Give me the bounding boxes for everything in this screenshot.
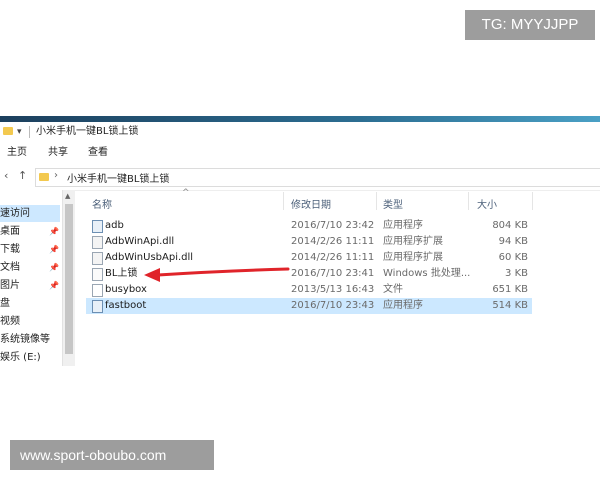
file-type: 应用程序 [383, 300, 423, 311]
file-name: busybox [105, 284, 147, 295]
nav-item-documents[interactable]: 文档 📌 [0, 259, 60, 276]
file-type: 应用程序扩展 [383, 252, 443, 263]
nav-item-pictures[interactable]: 图片 📌 [0, 277, 60, 294]
nav-item-label: 速访问 [0, 208, 30, 219]
column-header-type[interactable]: 类型 [383, 196, 403, 211]
exe-icon [92, 300, 103, 313]
file-name: fastboot [105, 300, 147, 311]
file-name: AdbWinApi.dll [105, 236, 175, 247]
nav-item-label: 系统镜像等 [0, 334, 50, 345]
folder-icon [3, 127, 13, 135]
column-header-size[interactable]: 大小 [477, 196, 497, 211]
sort-ascending-icon: ^ [182, 188, 190, 198]
file-size: 60 KB [498, 252, 528, 263]
up-arrow-icon[interactable]: ↑ [18, 169, 27, 182]
nav-item-drive-e[interactable]: 娱乐 (E:) [0, 349, 60, 366]
nav-item-label: 视频 [0, 316, 20, 327]
nav-pane-scrollbar[interactable]: ▲ [62, 190, 75, 366]
nav-item-videos[interactable]: 视频 [0, 313, 60, 330]
column-header-date[interactable]: 修改日期 [291, 196, 331, 211]
pin-icon: 📌 [49, 227, 59, 236]
chevron-right-icon[interactable]: › [54, 170, 58, 181]
bat-icon [92, 268, 103, 281]
tab-view[interactable]: 查看 [88, 142, 108, 164]
nav-item-label: 图片 [0, 280, 20, 291]
scrollbar-thumb[interactable] [65, 204, 73, 354]
watermark-bottom: www.sport-oboubo.com [10, 440, 214, 470]
nav-item-quick-access[interactable]: 速访问 [0, 205, 60, 222]
pin-icon: 📌 [49, 263, 59, 272]
column-divider[interactable] [376, 192, 377, 210]
file-row-adb[interactable]: adb 2016/7/10 23:42 应用程序 804 KB [86, 218, 532, 234]
dll-icon [92, 236, 103, 249]
file-type: 应用程序 [383, 220, 423, 231]
red-arrow-annotation [144, 267, 290, 282]
nav-item-system-images[interactable]: 系统镜像等 [0, 331, 60, 348]
column-divider[interactable] [468, 192, 469, 210]
title-separator [29, 126, 30, 138]
file-date: 2016/7/10 23:42 [291, 220, 375, 231]
column-header-name[interactable]: 名称 [92, 196, 112, 211]
tab-home[interactable]: 主页 [7, 142, 27, 164]
pin-icon: 📌 [49, 281, 59, 290]
folder-icon [39, 173, 49, 181]
pin-icon: 📌 [49, 245, 59, 254]
address-path[interactable]: 小米手机一键BL锁上锁 [67, 170, 169, 185]
address-row: ‹ ↑ › 小米手机一键BL锁上锁 [0, 164, 600, 191]
column-headers: 名称 ^ 修改日期 类型 大小 [86, 188, 546, 212]
window-title: 小米手机一键BL锁上锁 [36, 126, 139, 137]
file-size: 514 KB [492, 300, 528, 311]
file-name: BL上锁 [105, 268, 138, 279]
file-size: 94 KB [498, 236, 528, 247]
file-date: 2016/7/10 23:41 [291, 268, 375, 279]
ribbon-tabs: 主页 共享 查看 [0, 142, 600, 165]
nav-item-label: 盘 [0, 298, 10, 309]
exe-icon [92, 220, 103, 233]
nav-item-label: 娱乐 (E:) [0, 352, 41, 363]
file-size: 804 KB [492, 220, 528, 231]
title-bar: ▾ 小米手机一键BL锁上锁 [0, 122, 600, 142]
nav-item-label: 下载 [0, 244, 20, 255]
file-type: Windows 批处理... [383, 268, 471, 279]
file-row-adbwinapi[interactable]: AdbWinApi.dll 2014/2/26 11:11 应用程序扩展 94 … [86, 234, 532, 250]
file-date: 2016/7/10 23:43 [291, 300, 375, 311]
back-arrow-icon[interactable]: ‹ [4, 169, 8, 182]
nav-item-label: 桌面 [0, 226, 20, 237]
file-row-busybox[interactable]: busybox 2013/5/13 16:43 文件 651 KB [86, 282, 532, 298]
nav-item-drive[interactable]: 盘 [0, 295, 60, 312]
file-name: adb [105, 220, 124, 231]
file-icon [92, 284, 103, 297]
file-date: 2014/2/26 11:11 [291, 236, 375, 247]
file-date: 2013/5/13 16:43 [291, 284, 375, 295]
nav-item-desktop[interactable]: 桌面 📌 [0, 223, 60, 240]
file-type: 文件 [383, 284, 403, 295]
file-date: 2014/2/26 11:11 [291, 252, 375, 263]
column-divider[interactable] [532, 192, 533, 210]
file-size: 3 KB [505, 268, 528, 279]
nav-item-label: 文档 [0, 262, 20, 273]
file-size: 651 KB [492, 284, 528, 295]
nav-item-downloads[interactable]: 下载 📌 [0, 241, 60, 258]
file-list: 名称 ^ 修改日期 类型 大小 adb 2016/7/10 23:42 应用程序… [86, 188, 546, 320]
column-divider[interactable] [283, 192, 284, 210]
file-type: 应用程序扩展 [383, 236, 443, 247]
tab-share[interactable]: 共享 [48, 142, 68, 164]
quick-access-dropdown-icon[interactable]: ▾ [17, 122, 22, 142]
navigation-pane: 速访问 桌面 📌 下载 📌 文档 📌 图片 📌 盘 视频 系统镜像等 娱乐 (E… [0, 190, 62, 365]
address-bar[interactable]: › 小米手机一键BL锁上锁 [35, 168, 600, 187]
file-row-fastboot[interactable]: fastboot 2016/7/10 23:43 应用程序 514 KB [86, 298, 532, 314]
scroll-up-arrow-icon[interactable]: ▲ [65, 192, 70, 200]
watermark-top: TG: MYYJJPP [465, 10, 595, 40]
dll-icon [92, 252, 103, 265]
